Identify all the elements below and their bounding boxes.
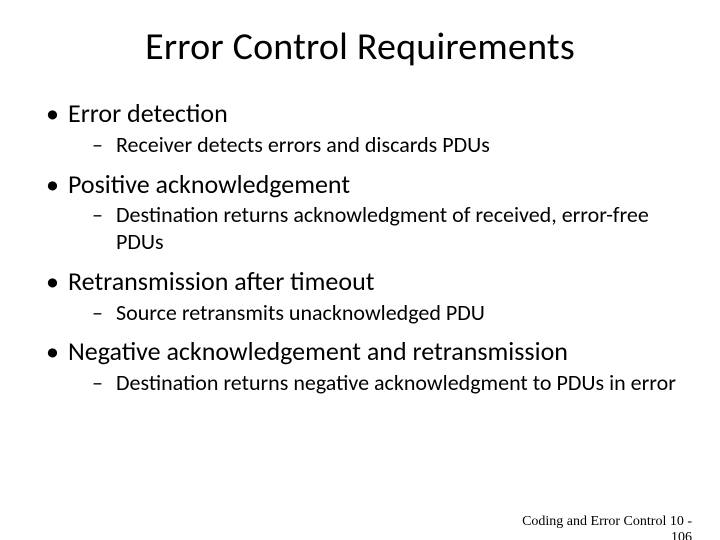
bullet-text: Error detection (68, 97, 228, 129)
slide-content: Error detection Receiver detects errors … (0, 98, 720, 397)
bullet-text: Negative acknowledgement and retransmiss… (68, 335, 568, 367)
bullet-text: Positive acknowledgement (68, 168, 350, 200)
slide: Error Control Requirements Error detecti… (0, 24, 720, 540)
list-item: Destination returns acknowledgment of re… (68, 202, 676, 256)
sub-bullet-text: Receiver detects errors and discards PDU… (116, 131, 490, 158)
sub-list: Destination returns negative acknowledgm… (68, 370, 676, 397)
slide-footer: Coding and Error Control 10 - 106 (522, 514, 692, 540)
sub-bullet-text: Source retransmits unacknowledged PDU (116, 299, 485, 326)
list-item: Source retransmits unacknowledged PDU (68, 300, 676, 327)
bullet-text: Retransmission after timeout (68, 265, 374, 297)
list-item: Negative acknowledgement and retransmiss… (44, 336, 676, 397)
list-item: Destination returns negative acknowledgm… (68, 370, 676, 397)
sub-list: Destination returns acknowledgment of re… (68, 202, 676, 256)
list-item: Retransmission after timeout Source retr… (44, 266, 676, 327)
list-item: Error detection Receiver detects errors … (44, 98, 676, 159)
footer-text-line1: Coding and Error Control 10 - (522, 514, 692, 529)
sub-list: Receiver detects errors and discards PDU… (68, 132, 676, 159)
sub-bullet-text: Destination returns negative acknowledgm… (116, 369, 676, 396)
sub-list: Source retransmits unacknowledged PDU (68, 300, 676, 327)
footer-text-line2: 106 (671, 530, 692, 540)
list-item: Receiver detects errors and discards PDU… (68, 132, 676, 159)
slide-title: Error Control Requirements (0, 24, 720, 70)
bullet-list: Error detection Receiver detects errors … (44, 98, 676, 397)
sub-bullet-text: Destination returns acknowledgment of re… (116, 201, 649, 255)
list-item: Positive acknowledgement Destination ret… (44, 169, 676, 256)
